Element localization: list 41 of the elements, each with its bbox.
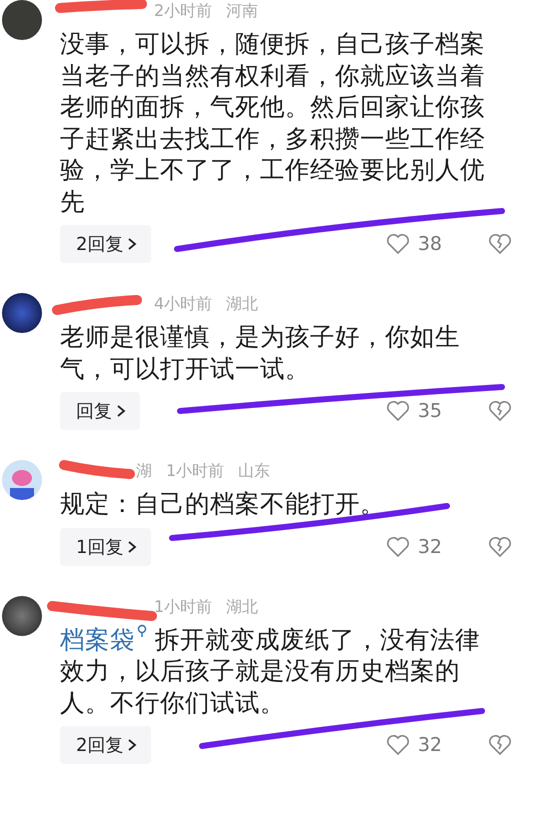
post-time: 1小时前 bbox=[154, 596, 212, 618]
replies-button[interactable]: 1回复 bbox=[60, 528, 152, 566]
comment-text: 档案袋 拆开就变成废纸了，没有法律效力，以后孩子就是没有历史档案的人。不行你们试试。 bbox=[60, 624, 481, 718]
broken-heart-icon bbox=[488, 734, 512, 756]
comment-text: 老师是很谨慎，是为孩子好，你如生气，可以打开试一试。 bbox=[60, 321, 461, 384]
like-button[interactable]: 32 bbox=[386, 536, 442, 558]
replies-button[interactable]: 2回复 bbox=[60, 726, 152, 764]
post-time: 1小时前 bbox=[166, 460, 224, 482]
dislike-button[interactable] bbox=[488, 536, 512, 558]
dislike-button[interactable] bbox=[488, 233, 512, 255]
post-location: 湖北 bbox=[226, 293, 258, 315]
chevron-icon bbox=[127, 237, 138, 251]
comment-text: 规定：自己的档案不能打开。 bbox=[60, 488, 386, 520]
heart-icon bbox=[386, 734, 410, 756]
heart-icon bbox=[386, 536, 410, 558]
comment-text: 没事，可以拆，随便拆，自己孩子档案当老子的当然有权利看，你就应该当着老师的面拆，气死他。然后回家让你孩子赶紧出去找工作，多积攒一些工作经验，学上不了了，工作经验要比别人优先 bbox=[60, 28, 486, 217]
avatar-icon[interactable] bbox=[2, 293, 42, 333]
broken-heart-icon bbox=[488, 233, 512, 255]
like-button[interactable]: 38 bbox=[386, 233, 442, 255]
search-icon bbox=[137, 624, 147, 638]
broken-heart-icon bbox=[488, 400, 512, 422]
search-link[interactable]: 档案袋 bbox=[60, 624, 147, 654]
dislike-button[interactable] bbox=[488, 400, 512, 422]
dislike-button[interactable] bbox=[488, 734, 512, 756]
chevron-icon bbox=[116, 404, 126, 418]
heart-icon bbox=[386, 233, 410, 255]
like-button[interactable]: 32 bbox=[386, 734, 442, 756]
chevron-icon bbox=[127, 738, 138, 752]
post-time: 2小时前 bbox=[154, 0, 212, 22]
avatar-icon[interactable] bbox=[2, 0, 42, 40]
heart-icon bbox=[386, 400, 410, 422]
avatar-icon[interactable] bbox=[2, 596, 42, 636]
post-location: 山东 bbox=[238, 460, 270, 482]
replies-button[interactable]: 回复 bbox=[60, 392, 140, 430]
like-button[interactable]: 35 bbox=[386, 400, 442, 422]
chevron-icon bbox=[127, 540, 138, 554]
broken-heart-icon bbox=[488, 536, 512, 558]
replies-button[interactable]: 2回复 bbox=[60, 225, 152, 263]
post-location: 湖北 bbox=[226, 596, 258, 618]
post-time: 4小时前 bbox=[154, 293, 212, 315]
post-location: 河南 bbox=[226, 0, 258, 22]
